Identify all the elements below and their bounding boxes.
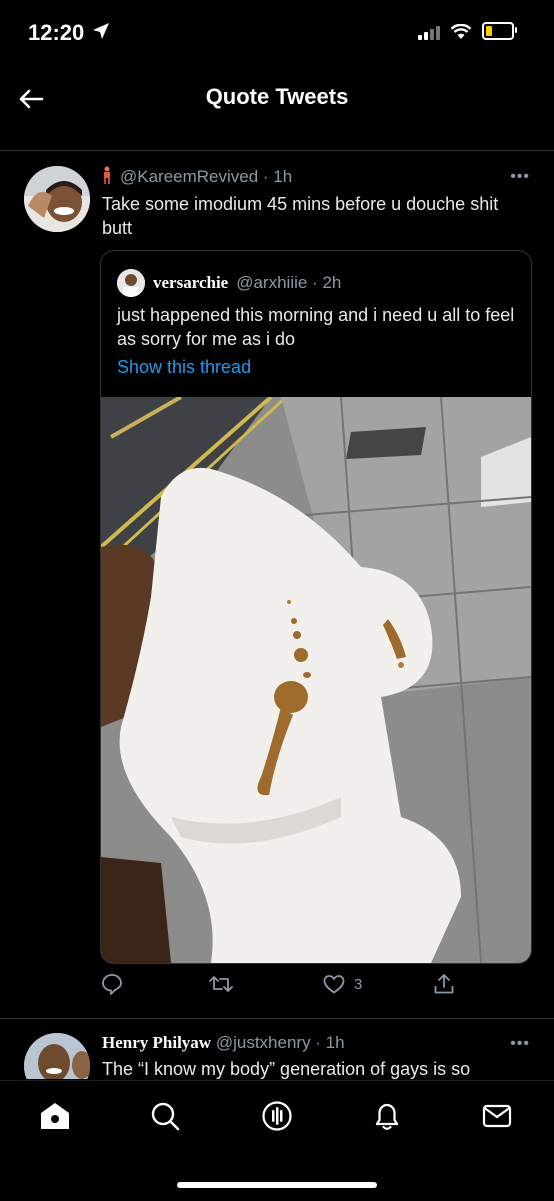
quote-tweet[interactable]: @KareemRevived · 1h ••• Take some imodiu… (0, 150, 554, 1020)
tweet-meta: Henry Philyaw @justxhenry · 1h (102, 1033, 345, 1053)
quoted-tweet-photo[interactable] (101, 397, 531, 963)
retweet-icon (209, 976, 233, 992)
heart-icon (323, 975, 345, 994)
status-bar: 12:20 (0, 0, 554, 70)
home-indicator[interactable] (177, 1182, 377, 1188)
messages-icon[interactable] (480, 1099, 514, 1133)
search-icon[interactable] (148, 1099, 182, 1133)
tweet-handle-time: @justxhenry · 1h (215, 1033, 345, 1052)
avatar[interactable] (24, 1033, 90, 1079)
location-arrow-icon (93, 23, 109, 39)
tweet-actions: 3 (100, 972, 510, 1002)
avatar[interactable] (24, 166, 90, 232)
tweet-handle-time: @KareemRevived · 1h (120, 167, 293, 186)
wifi-icon (450, 24, 472, 39)
notifications-icon[interactable] (370, 1099, 404, 1133)
share-icon (434, 974, 454, 994)
name-emoji-icon (102, 166, 112, 184)
spaces-icon[interactable] (260, 1099, 294, 1133)
tweet-text: The “I know my body” generation of gays … (102, 1059, 471, 1079)
quoted-tweet[interactable]: versarchie @arxhiiie · 2h just happened … (100, 250, 532, 964)
quoted-avatar[interactable] (117, 269, 145, 297)
reply-icon (102, 974, 122, 995)
more-options-icon[interactable]: ••• (510, 1035, 530, 1053)
cellular-signal-icon (418, 24, 440, 40)
home-icon[interactable] (38, 1099, 72, 1133)
reply-button[interactable] (100, 972, 124, 996)
like-count: 3 (354, 975, 363, 993)
quoted-tweet-text: just happened this morning and i need u … (117, 305, 515, 349)
status-time: 12:20 (28, 20, 85, 45)
page-title: Quote Tweets (205, 84, 349, 109)
like-button[interactable]: 3 (322, 972, 362, 996)
tweet-text: Take some imodium 45 mins before u douch… (102, 194, 499, 238)
battery-icon (482, 22, 517, 40)
top-header: Quote Tweets (0, 70, 554, 151)
more-options-icon[interactable]: ••• (510, 168, 530, 186)
retweet-button[interactable] (208, 972, 234, 996)
quoted-tweet-meta: versarchie @arxhiiie · 2h (117, 269, 341, 297)
quote-tweet[interactable]: Henry Philyaw @justxhenry · 1h ••• The “… (0, 1019, 554, 1079)
status-indicators (418, 22, 517, 40)
tweet-meta: @KareemRevived · 1h (102, 166, 292, 187)
show-thread-link[interactable]: Show this thread (117, 357, 251, 378)
quoted-handle-time: @arxhiiie · 2h (236, 273, 342, 292)
quoted-author-name: versarchie (153, 273, 229, 292)
author-name: Henry Philyaw (102, 1033, 212, 1052)
share-button[interactable] (432, 972, 456, 996)
